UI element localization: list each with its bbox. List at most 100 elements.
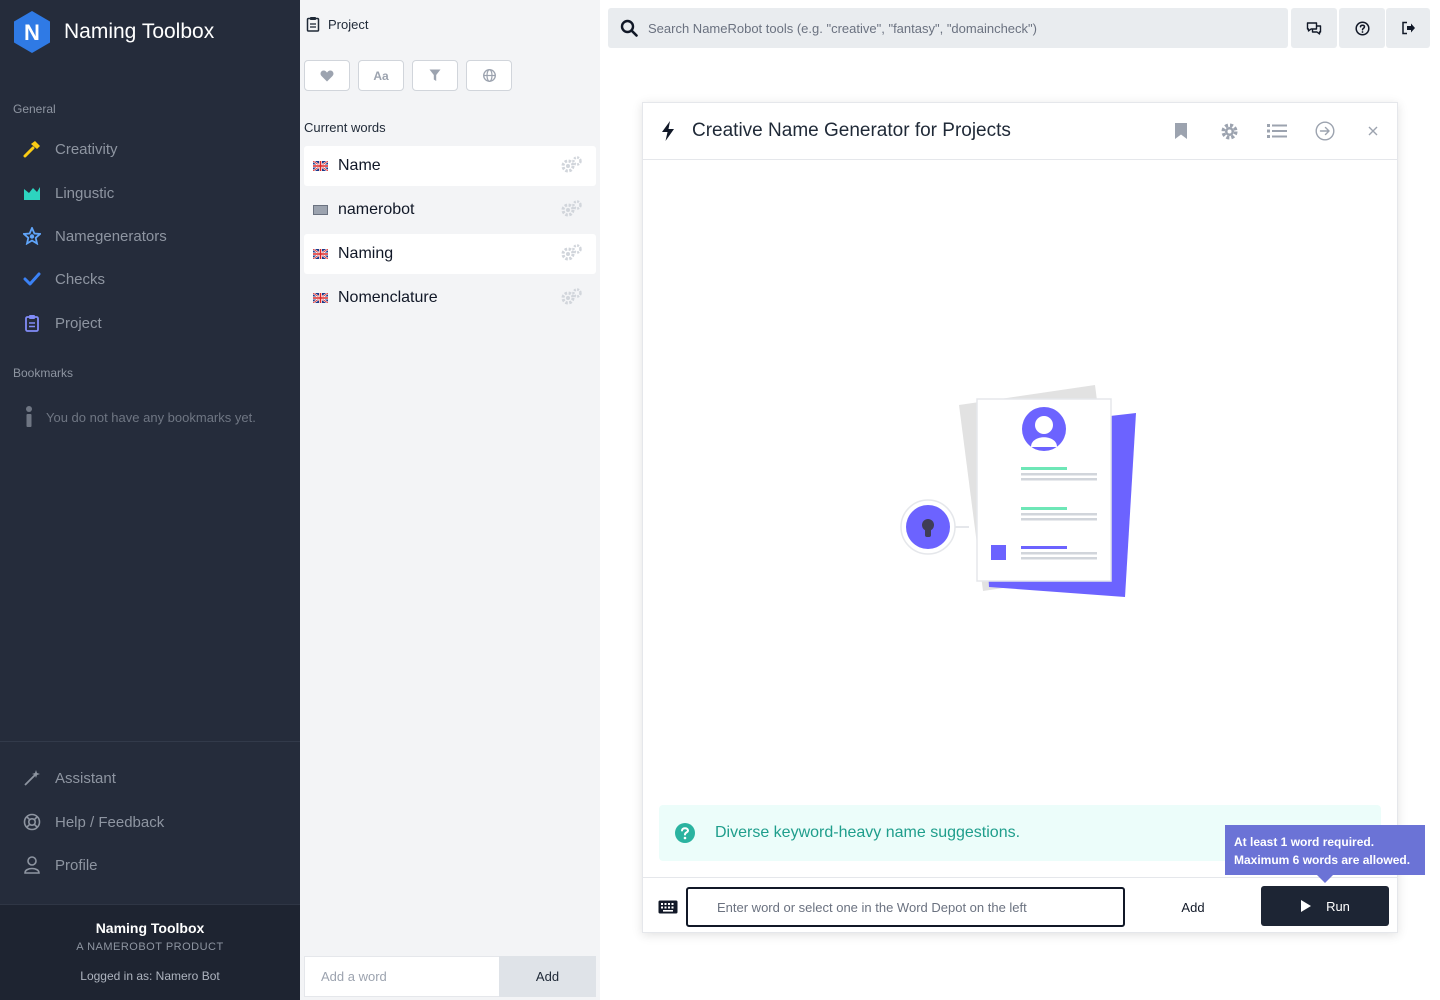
globe-icon [482, 69, 496, 82]
svg-text:N: N [24, 20, 40, 45]
add-word-button[interactable]: Add [499, 956, 596, 997]
filter-button[interactable] [412, 60, 458, 91]
gear-icon [1220, 122, 1238, 140]
cogs-icon[interactable] [560, 156, 582, 174]
nav-label: Checks [55, 270, 106, 288]
nav-item-help-feedback[interactable]: Help / Feedback [22, 809, 164, 835]
list-view-button[interactable] [1265, 119, 1289, 143]
help-icon [1354, 20, 1370, 36]
nav-item-namegenerators[interactable]: Namegenerators [22, 223, 167, 249]
search-icon [620, 19, 638, 37]
logout-button[interactable] [1386, 8, 1430, 48]
nav-item-lingustic[interactable]: Lingustic [22, 180, 114, 206]
nav-item-profile[interactable]: Profile [22, 852, 98, 878]
logout-icon [1401, 21, 1415, 35]
bookmark-icon [1175, 123, 1187, 139]
nav-item-checks[interactable]: Checks [22, 266, 105, 292]
uk-flag-icon [313, 161, 328, 171]
word-item-naming[interactable]: Naming [304, 234, 596, 274]
tool-title: Creative Name Generator for Projects [692, 120, 1011, 141]
brand-name: Naming Toolbox [64, 20, 215, 43]
nav-item-project[interactable]: Project [22, 310, 102, 336]
footer-title: Naming Toolbox [95, 920, 205, 936]
favorites-button[interactable] [304, 60, 350, 91]
uk-flag-icon [313, 249, 328, 259]
nav-label: Assistant [55, 769, 116, 787]
open-tool-button[interactable] [1313, 119, 1337, 143]
nav-label: Help / Feedback [55, 813, 165, 831]
add-button[interactable]: Add [1163, 888, 1223, 926]
nav-label: Lingustic [55, 184, 115, 202]
depot-title: Project [328, 16, 369, 32]
play-icon [1301, 900, 1312, 912]
depot-add-form: Add [304, 956, 596, 997]
tooltip-line-1: At least 1 word required. [1234, 835, 1375, 849]
info-text: Diverse keyword-heavy name suggestions. [715, 824, 1021, 841]
word-text: Nomenclature [338, 289, 438, 306]
help-button[interactable] [1339, 8, 1385, 48]
nav-label: Project [55, 314, 102, 332]
search-input[interactable] [648, 20, 1268, 36]
run-label: Run [1326, 898, 1350, 914]
add-word-input[interactable] [304, 956, 499, 997]
sidebar-footer: Naming Toolbox A NAMEROBOT PRODUCT Logge… [0, 904, 300, 1000]
info-icon [26, 406, 32, 427]
tool-input-bar: Add Run [643, 877, 1397, 933]
bookmarks-empty-text: You do not have any bookmarks yet. [46, 409, 256, 425]
depot-header: Project [306, 16, 368, 32]
sidebar: N Naming Toolbox General Creativity Ling… [0, 0, 300, 1000]
arrow-circle-right-icon [1315, 121, 1335, 141]
close-button[interactable] [1361, 119, 1385, 143]
list-icon [1267, 124, 1287, 138]
settings-button[interactable] [1217, 119, 1241, 143]
chat-button[interactable] [1291, 8, 1337, 48]
nav-item-creativity[interactable]: Creativity [22, 136, 118, 162]
nav-label: Profile [55, 856, 98, 874]
sidebar-divider [0, 741, 300, 742]
word-item-namerobot[interactable]: namerobot [304, 190, 596, 230]
search-bar[interactable] [608, 8, 1288, 48]
current-words-label: Current words [304, 120, 386, 135]
star-badge-icon [22, 226, 42, 246]
filter-icon [429, 69, 441, 81]
lightning-icon [662, 121, 674, 141]
user-icon [22, 855, 42, 875]
chat-icon [1306, 22, 1322, 35]
language-button[interactable] [466, 60, 512, 91]
run-requirements-tooltip: At least 1 word required. Maximum 6 word… [1225, 825, 1425, 883]
bookmark-button[interactable] [1169, 119, 1193, 143]
logged-in-user: Logged in as: Namero Bot [80, 969, 220, 983]
footer-subtitle: A NAMEROBOT PRODUCT [76, 941, 224, 953]
bookmarks-empty: You do not have any bookmarks yet. [24, 406, 256, 428]
unknown-flag-icon [313, 205, 328, 215]
font-icon: Aa [373, 68, 389, 83]
nav-label: Creativity [55, 140, 118, 158]
cogs-icon[interactable] [560, 288, 582, 306]
tool-card: Creative Name Generator for Projects Div… [642, 102, 1398, 933]
brand[interactable]: N Naming Toolbox [12, 10, 214, 54]
nav-item-assistant[interactable]: Assistant [22, 765, 116, 791]
cogs-icon[interactable] [560, 244, 582, 262]
word-text: Name [338, 157, 381, 174]
clipboard-icon [306, 17, 320, 32]
heart-icon [320, 70, 334, 81]
depot-toolbar: Aa [304, 60, 512, 91]
cogs-icon[interactable] [560, 200, 582, 218]
word-item-nomenclature[interactable]: Nomenclature [304, 278, 596, 318]
run-button[interactable]: Run [1261, 886, 1389, 926]
word-input[interactable] [686, 887, 1125, 927]
question-circle-icon [675, 823, 695, 843]
tooltip-line-2: Maximum 6 words are allowed. [1234, 853, 1411, 867]
logo-icon: N [14, 11, 50, 53]
uk-flag-icon [313, 293, 328, 303]
hammer-icon [22, 139, 42, 159]
font-button[interactable]: Aa [358, 60, 404, 91]
nav-label: Namegenerators [55, 227, 167, 245]
close-icon [1368, 126, 1378, 136]
word-text: namerobot [338, 201, 415, 218]
tool-header: Creative Name Generator for Projects [643, 103, 1397, 160]
word-item-name[interactable]: Name [304, 146, 596, 186]
keyboard-icon[interactable] [658, 900, 678, 914]
magic-wand-icon [22, 768, 42, 788]
section-label-bookmarks: Bookmarks [13, 366, 74, 380]
